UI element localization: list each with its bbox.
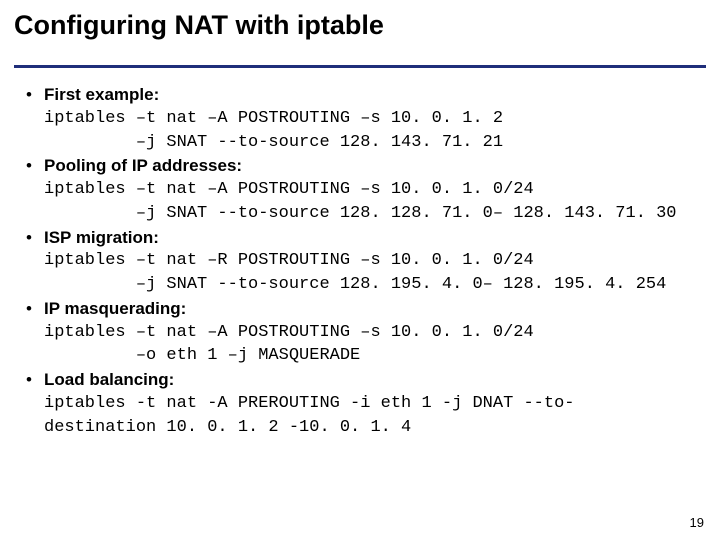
item-command: iptables –t nat –A POSTROUTING –s 10. 0.… xyxy=(44,323,534,366)
bullet-icon: • xyxy=(26,298,32,320)
slide-title: Configuring NAT with iptable xyxy=(0,0,720,47)
item-label: Pooling of IP addresses: xyxy=(44,156,242,175)
list-item: • First example: iptables –t nat –A POST… xyxy=(24,84,700,153)
item-label: Load balancing: xyxy=(44,370,174,389)
item-label: First example: xyxy=(44,85,159,104)
item-command: iptables –t nat –A POSTROUTING –s 10. 0.… xyxy=(44,180,677,223)
page-number: 19 xyxy=(690,515,704,530)
slide-body: • First example: iptables –t nat –A POST… xyxy=(0,68,720,438)
item-label: ISP migration: xyxy=(44,228,159,247)
bullet-icon: • xyxy=(26,227,32,249)
item-command: iptables -t nat -A PREROUTING -i eth 1 -… xyxy=(44,394,575,437)
bullet-icon: • xyxy=(26,155,32,177)
list-item: • ISP migration: iptables –t nat –R POST… xyxy=(24,227,700,296)
bullet-icon: • xyxy=(26,84,32,106)
item-label: IP masquerading: xyxy=(44,299,186,318)
list-item: • Load balancing: iptables -t nat -A PRE… xyxy=(24,369,700,438)
list-item: • IP masquerading: iptables –t nat –A PO… xyxy=(24,298,700,367)
bullet-icon: • xyxy=(26,369,32,391)
item-command: iptables –t nat –R POSTROUTING –s 10. 0.… xyxy=(44,251,666,294)
item-command: iptables –t nat –A POSTROUTING –s 10. 0.… xyxy=(44,109,503,152)
list-item: • Pooling of IP addresses: iptables –t n… xyxy=(24,155,700,224)
slide: Configuring NAT with iptable • First exa… xyxy=(0,0,720,540)
